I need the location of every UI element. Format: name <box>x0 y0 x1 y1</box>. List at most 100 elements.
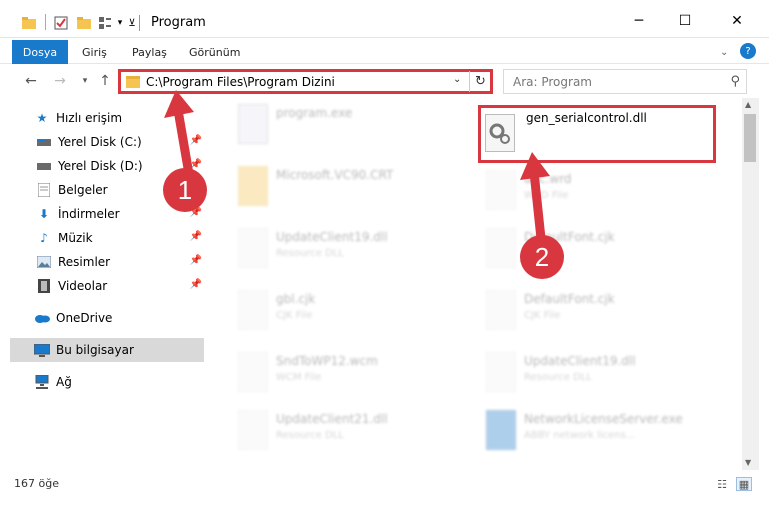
help-icon[interactable]: ? <box>740 43 756 59</box>
properties-icon[interactable] <box>53 14 69 32</box>
music-icon: ♪ <box>40 231 48 245</box>
file-item[interactable]: gbl.cjk CJK File <box>232 284 468 340</box>
item-count: 167 öğe <box>14 477 59 490</box>
navigation-bar: ← → ▾ ↑ C:\Program Files\Program Dizini … <box>0 64 769 98</box>
recent-locations-icon[interactable]: ▾ <box>76 72 94 90</box>
sidebar-item-label: Yerel Disk (D:) <box>58 159 143 173</box>
file-item[interactable]: DefaultFont.cjk CJK File <box>480 284 716 340</box>
file-item[interactable]: SndToWP12.wcm WCM File <box>232 346 468 402</box>
dll-file-icon <box>485 114 515 152</box>
annotation-badge-1: 1 <box>163 168 207 212</box>
sidebar-item-label: Hızlı erişim <box>56 111 123 125</box>
tab-view[interactable]: Görünüm <box>189 41 240 63</box>
sidebar-item-label: Belgeler <box>58 183 108 197</box>
file-name: SndToWP12.wcm <box>276 354 378 368</box>
scroll-down-icon[interactable]: ▼ <box>745 458 751 467</box>
cloud-icon <box>34 310 50 326</box>
video-icon <box>36 278 52 294</box>
back-icon[interactable]: ← <box>22 72 40 90</box>
cjk-file-icon <box>486 228 516 268</box>
tab-share[interactable]: Paylaş <box>132 41 167 63</box>
star-icon: ★ <box>36 111 48 125</box>
sidebar-item-onedrive[interactable]: OneDrive <box>10 306 202 330</box>
pin-icon[interactable]: 📌 <box>190 279 202 290</box>
search-placeholder: Ara: Program <box>513 75 592 89</box>
sidebar-item-label: Resimler <box>58 255 111 269</box>
refresh-icon[interactable]: ↻ <box>469 71 491 92</box>
file-name: program.exe <box>276 106 353 120</box>
network-icon <box>34 374 50 390</box>
divider <box>45 14 46 30</box>
chevron-down-icon[interactable]: ▾ <box>115 14 125 32</box>
cjk-file-icon <box>486 290 516 330</box>
pin-icon[interactable]: 📌 <box>190 231 202 242</box>
computer-icon <box>34 342 50 358</box>
sidebar-item-this-pc[interactable]: Bu bilgisayar <box>10 338 204 362</box>
wrd-file-icon <box>486 170 516 210</box>
sidebar-item-label: İndirmeler <box>58 207 120 221</box>
file-item[interactable]: Microsoft.VC90.CRT <box>232 160 468 216</box>
ribbon: Dosya Giriş Paylaş Görünüm ⌄ ? <box>0 38 769 64</box>
scroll-thumb[interactable] <box>744 114 756 162</box>
sidebar-item-pictures[interactable]: Resimler 📌 <box>14 250 206 274</box>
sidebar-item-videos[interactable]: Videolar 📌 <box>14 274 206 298</box>
drive-icon <box>36 158 52 174</box>
file-item[interactable]: NetworkLicenseServer.exe ABBY network li… <box>480 404 716 460</box>
file-type: Resource DLL <box>524 372 592 383</box>
details-view-icon[interactable]: ☷ <box>714 477 730 491</box>
sidebar-item-network[interactable]: Ağ <box>10 370 202 394</box>
file-item[interactable]: program.exe <box>232 98 468 154</box>
highlighted-file-item[interactable]: gen_serialcontrol.dll <box>478 105 716 163</box>
file-name: DefaultFont.cjk <box>524 292 615 306</box>
minimize-icon[interactable]: ─ <box>616 6 662 36</box>
maximize-icon[interactable]: ☐ <box>662 6 708 36</box>
file-item[interactable]: DefaultFont.cjk CJK File <box>480 222 716 278</box>
scroll-up-icon[interactable]: ▲ <box>745 100 751 109</box>
folder-icon <box>238 166 268 206</box>
dll-file-icon <box>238 410 268 450</box>
dll-file-icon <box>486 352 516 392</box>
file-name: UpdateClient19.dll <box>276 230 388 244</box>
search-input[interactable]: Ara: Program ⚲ <box>503 69 747 94</box>
drive-icon <box>36 134 52 150</box>
file-name: UpdateClient21.dll <box>276 412 388 426</box>
sidebar-item-music[interactable]: ♪ Müzik 📌 <box>14 226 206 250</box>
folder-icon <box>126 76 140 88</box>
large-icons-view-icon[interactable]: ▦ <box>736 477 752 491</box>
file-item[interactable]: abc.wrd WRD File <box>480 164 716 220</box>
expand-ribbon-icon[interactable]: ⌄ <box>720 41 728 63</box>
title-separator <box>139 15 140 31</box>
forward-icon[interactable]: → <box>51 72 69 90</box>
file-type: ABBY network licens... <box>524 430 636 441</box>
exe-file-icon <box>486 410 516 450</box>
file-name: Microsoft.VC90.CRT <box>276 168 394 182</box>
file-item[interactable]: UpdateClient21.dll Resource DLL <box>232 404 468 460</box>
sidebar-item-label: OneDrive <box>56 311 113 325</box>
documents-icon <box>36 182 52 198</box>
dll-file-icon <box>238 228 268 268</box>
up-icon[interactable]: ↑ <box>96 72 114 90</box>
file-type: Resource DLL <box>276 430 344 441</box>
vertical-scrollbar[interactable]: ▲ ▼ <box>742 98 759 470</box>
tab-home[interactable]: Giriş <box>82 41 107 63</box>
annotation-badge-2: 2 <box>520 235 564 279</box>
search-icon[interactable]: ⚲ <box>730 74 740 89</box>
sidebar-item-label: Videolar <box>58 279 108 293</box>
close-icon[interactable]: ✕ <box>714 6 760 36</box>
new-folder-icon[interactable] <box>77 14 91 32</box>
chevron-down-icon[interactable]: ⌄ <box>453 74 461 85</box>
file-type: CJK File <box>276 310 313 321</box>
tab-file[interactable]: Dosya <box>12 40 68 64</box>
file-type: WCM File <box>276 372 322 383</box>
address-path[interactable]: C:\Program Files\Program Dizini <box>146 75 335 89</box>
file-item[interactable]: UpdateClient19.dll Resource DLL <box>480 346 716 402</box>
sidebar-item-label: Müzik <box>58 231 93 245</box>
sidebar-item-label: Bu bilgisayar <box>56 343 134 357</box>
file-name: gbl.cjk <box>276 292 316 306</box>
file-item[interactable]: UpdateClient19.dll Resource DLL <box>232 222 468 278</box>
file-name: UpdateClient19.dll <box>524 354 636 368</box>
file-name: gen_serialcontrol.dll <box>526 111 647 125</box>
pin-icon[interactable]: 📌 <box>190 255 202 266</box>
view-options-icon[interactable] <box>97 14 113 32</box>
customize-toolbar-icon[interactable]: ⊻ <box>127 14 137 32</box>
